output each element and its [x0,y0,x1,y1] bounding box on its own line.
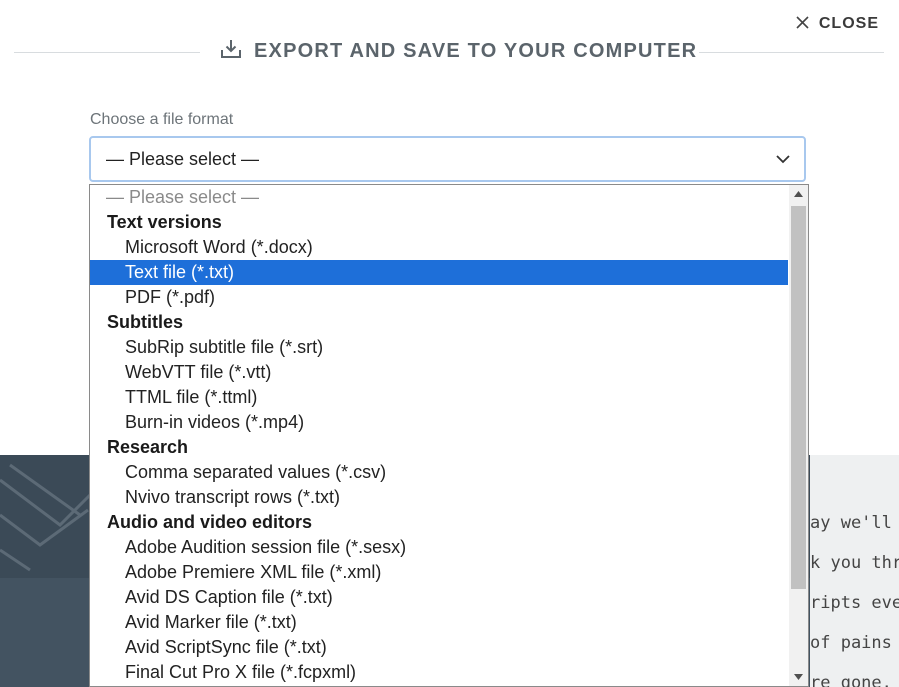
scroll-up-icon[interactable] [789,185,808,203]
title-divider-left [14,52,200,53]
optgroup-audio-and-video-editors: Audio and video editors [107,512,313,532]
optgroup-text-versions: Text versions [107,212,222,232]
dialog-title: EXPORT AND SAVE TO YOUR COMPUTER [220,38,697,65]
option-comma-separated-values-csv[interactable]: Comma separated values (*.csv) [90,460,788,485]
optgroup-research: Research [107,437,189,457]
scrollbar-thumb[interactable] [791,206,806,589]
close-label: CLOSE [818,15,879,32]
title-text: EXPORT AND SAVE TO YOUR COMPUTER [254,40,698,62]
option-pdf-pdf[interactable]: PDF (*.pdf) [90,285,788,310]
option-text-file-txt[interactable]: Text file (*.txt) [90,260,788,285]
option-webvtt-file-vtt[interactable]: WebVTT file (*.vtt) [90,360,788,385]
option-avid-ds-caption-file-txt[interactable]: Avid DS Caption file (*.txt) [90,585,788,610]
optgroup-subtitles: Subtitles [107,312,184,332]
option-nvivo-transcript-rows-txt[interactable]: Nvivo transcript rows (*.txt) [90,485,788,510]
option-adobe-audition-session-file-sesx[interactable]: Adobe Audition session file (*.sesx) [90,535,788,560]
option-please-select[interactable]: — Please select — [90,185,788,210]
background-text-line: of pains [810,633,892,653]
scroll-down-icon[interactable] [789,668,808,686]
option-microsoft-word-docx[interactable]: Microsoft Word (*.docx) [90,235,788,260]
background-text-line: ripts eve [810,593,899,613]
background-text-line: re gone. [810,673,892,687]
option-burn-in-videos-mp4[interactable]: Burn-in videos (*.mp4) [90,410,788,435]
background-text-panel: ay we'll k you thr ripts eve of pains re go… [810,455,899,687]
file-format-label: Choose a file format [90,111,234,128]
select-value: — Please select — [106,148,260,169]
option-final-cut-pro-x-file-fcpxml[interactable]: Final Cut Pro X file (*.fcpxml) [90,660,788,685]
option-ttml-file-ttml[interactable]: TTML file (*.ttml) [90,385,788,410]
chevron-down-icon [776,152,790,171]
option-adobe-premiere-xml-file-xml[interactable]: Adobe Premiere XML file (*.xml) [90,560,788,585]
download-icon [220,38,242,65]
option-subrip-subtitle-file-srt[interactable]: SubRip subtitle file (*.srt) [90,335,788,360]
option-avid-scriptsync-file-txt[interactable]: Avid ScriptSync file (*.txt) [90,635,788,660]
title-divider-right [699,52,884,53]
background-text-line: ay we'll [810,513,892,533]
close-button[interactable]: CLOSE [796,14,879,34]
option-avid-marker-file-txt[interactable]: Avid Marker file (*.txt) [90,610,788,635]
dropdown-list: — Please select — Text versions Microsoft … [90,185,788,685]
file-format-select[interactable]: — Please select — [89,136,806,182]
close-icon [796,14,809,34]
file-format-dropdown[interactable]: — Please select — Text versions Microsoft … [89,184,809,687]
dropdown-scrollbar[interactable] [789,185,808,686]
background-text-line: k you thr [810,553,899,573]
